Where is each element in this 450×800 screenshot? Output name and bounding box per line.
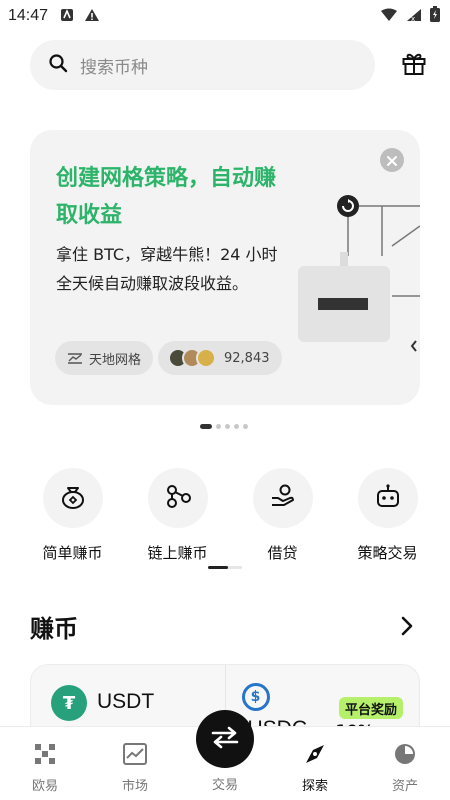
actions-scroll-indicator	[208, 566, 242, 569]
action-icon-wrap	[147, 468, 208, 528]
search-input[interactable]: 搜索币种	[30, 40, 375, 90]
banner-description: 拿住 BTC，穿越牛熊！24 小时全天候自动赚取波段收益。	[56, 245, 278, 293]
banner-pagination	[200, 424, 248, 429]
action-simple-earn[interactable]: 简单赚币	[20, 468, 125, 563]
avatar-stack	[168, 348, 216, 368]
nav-item-assets[interactable]: 资产	[360, 727, 450, 800]
users-count: 92,843	[224, 350, 270, 366]
gift-button[interactable]	[398, 49, 430, 81]
svg-text:x: x	[411, 15, 415, 22]
scroll-indicator-thumb	[208, 566, 228, 569]
nodes-icon	[164, 482, 192, 514]
action-label: 策略交易	[357, 544, 418, 562]
hand-coin-icon	[269, 482, 297, 514]
status-time: 14:47	[8, 7, 49, 24]
users-chip: 92,843	[158, 341, 282, 375]
trade-button[interactable]	[196, 710, 254, 768]
search-row: 搜索币种	[30, 40, 430, 90]
warning-icon	[84, 7, 100, 26]
close-icon	[387, 151, 397, 170]
app-notification-icon	[60, 7, 74, 26]
grid-line-icon	[67, 351, 83, 365]
grid-strategy-chip[interactable]: 天地网格	[55, 341, 154, 375]
action-icon-wrap	[42, 468, 103, 528]
action-icon-wrap	[252, 468, 313, 528]
nav-item-explore[interactable]: 探索	[270, 727, 360, 800]
battery-icon	[430, 6, 440, 26]
avatar	[196, 348, 216, 368]
quick-actions: 简单赚币 链上赚币 借贷 策略交易	[20, 468, 440, 563]
action-label: 链上赚币	[147, 544, 208, 562]
search-placeholder: 搜索币种	[80, 57, 148, 78]
chevron-right-icon[interactable]	[394, 613, 420, 639]
pagination-dot[interactable]	[200, 424, 212, 429]
nav-item-home[interactable]: 欧易	[0, 727, 90, 800]
banner-title: 创建网格策略，自动赚取收益	[56, 166, 277, 228]
chart-icon	[122, 741, 148, 767]
status-bar: 14:47 x	[0, 0, 450, 32]
nav-label: 欧易	[31, 779, 58, 794]
signal-icon: x	[406, 7, 422, 26]
action-label: 简单赚币	[42, 544, 103, 562]
usdt-logo-icon: ₮	[51, 685, 87, 721]
gift-icon	[401, 50, 427, 80]
nav-label: 资产	[391, 779, 418, 794]
action-label: 借贷	[267, 544, 298, 562]
pie-icon	[392, 741, 418, 767]
promo-banner[interactable]: 创建网格策略，自动赚取收益 拿住 BTC，穿越牛熊！24 小时全天候自动赚取波段…	[30, 130, 420, 405]
banner-close-button[interactable]	[380, 148, 404, 172]
money-bag-icon	[59, 482, 87, 514]
earn-section-title: 赚币	[30, 614, 78, 643]
nav-label: 市场	[121, 779, 148, 794]
grid-strategy-illustration	[298, 195, 420, 352]
pagination-dot[interactable]	[216, 424, 221, 429]
search-icon	[48, 53, 68, 77]
action-icon-wrap	[357, 468, 418, 528]
pagination-dot[interactable]	[234, 424, 239, 429]
action-strategy-trading[interactable]: 策略交易	[335, 468, 440, 563]
platform-reward-badge: 平台奖励	[338, 697, 403, 719]
pagination-dot[interactable]	[225, 424, 230, 429]
wifi-icon	[380, 7, 398, 26]
earn-section-header[interactable]: 赚币	[30, 610, 420, 643]
grid-chip-label: 天地网格	[89, 352, 142, 368]
nav-label: 交易	[211, 778, 238, 793]
compass-icon	[302, 741, 328, 767]
nav-label: 探索	[301, 779, 328, 794]
robot-icon	[374, 482, 402, 514]
nav-item-market[interactable]: 市场	[90, 727, 180, 800]
action-loan[interactable]: 借贷	[230, 468, 335, 563]
pagination-dot[interactable]	[243, 424, 248, 429]
usdc-logo-icon: $	[241, 683, 270, 711]
swap-icon	[210, 725, 240, 753]
action-onchain-earn[interactable]: 链上赚币	[125, 468, 230, 563]
coin-name: USDT	[97, 690, 155, 713]
okx-logo-icon	[32, 741, 58, 767]
